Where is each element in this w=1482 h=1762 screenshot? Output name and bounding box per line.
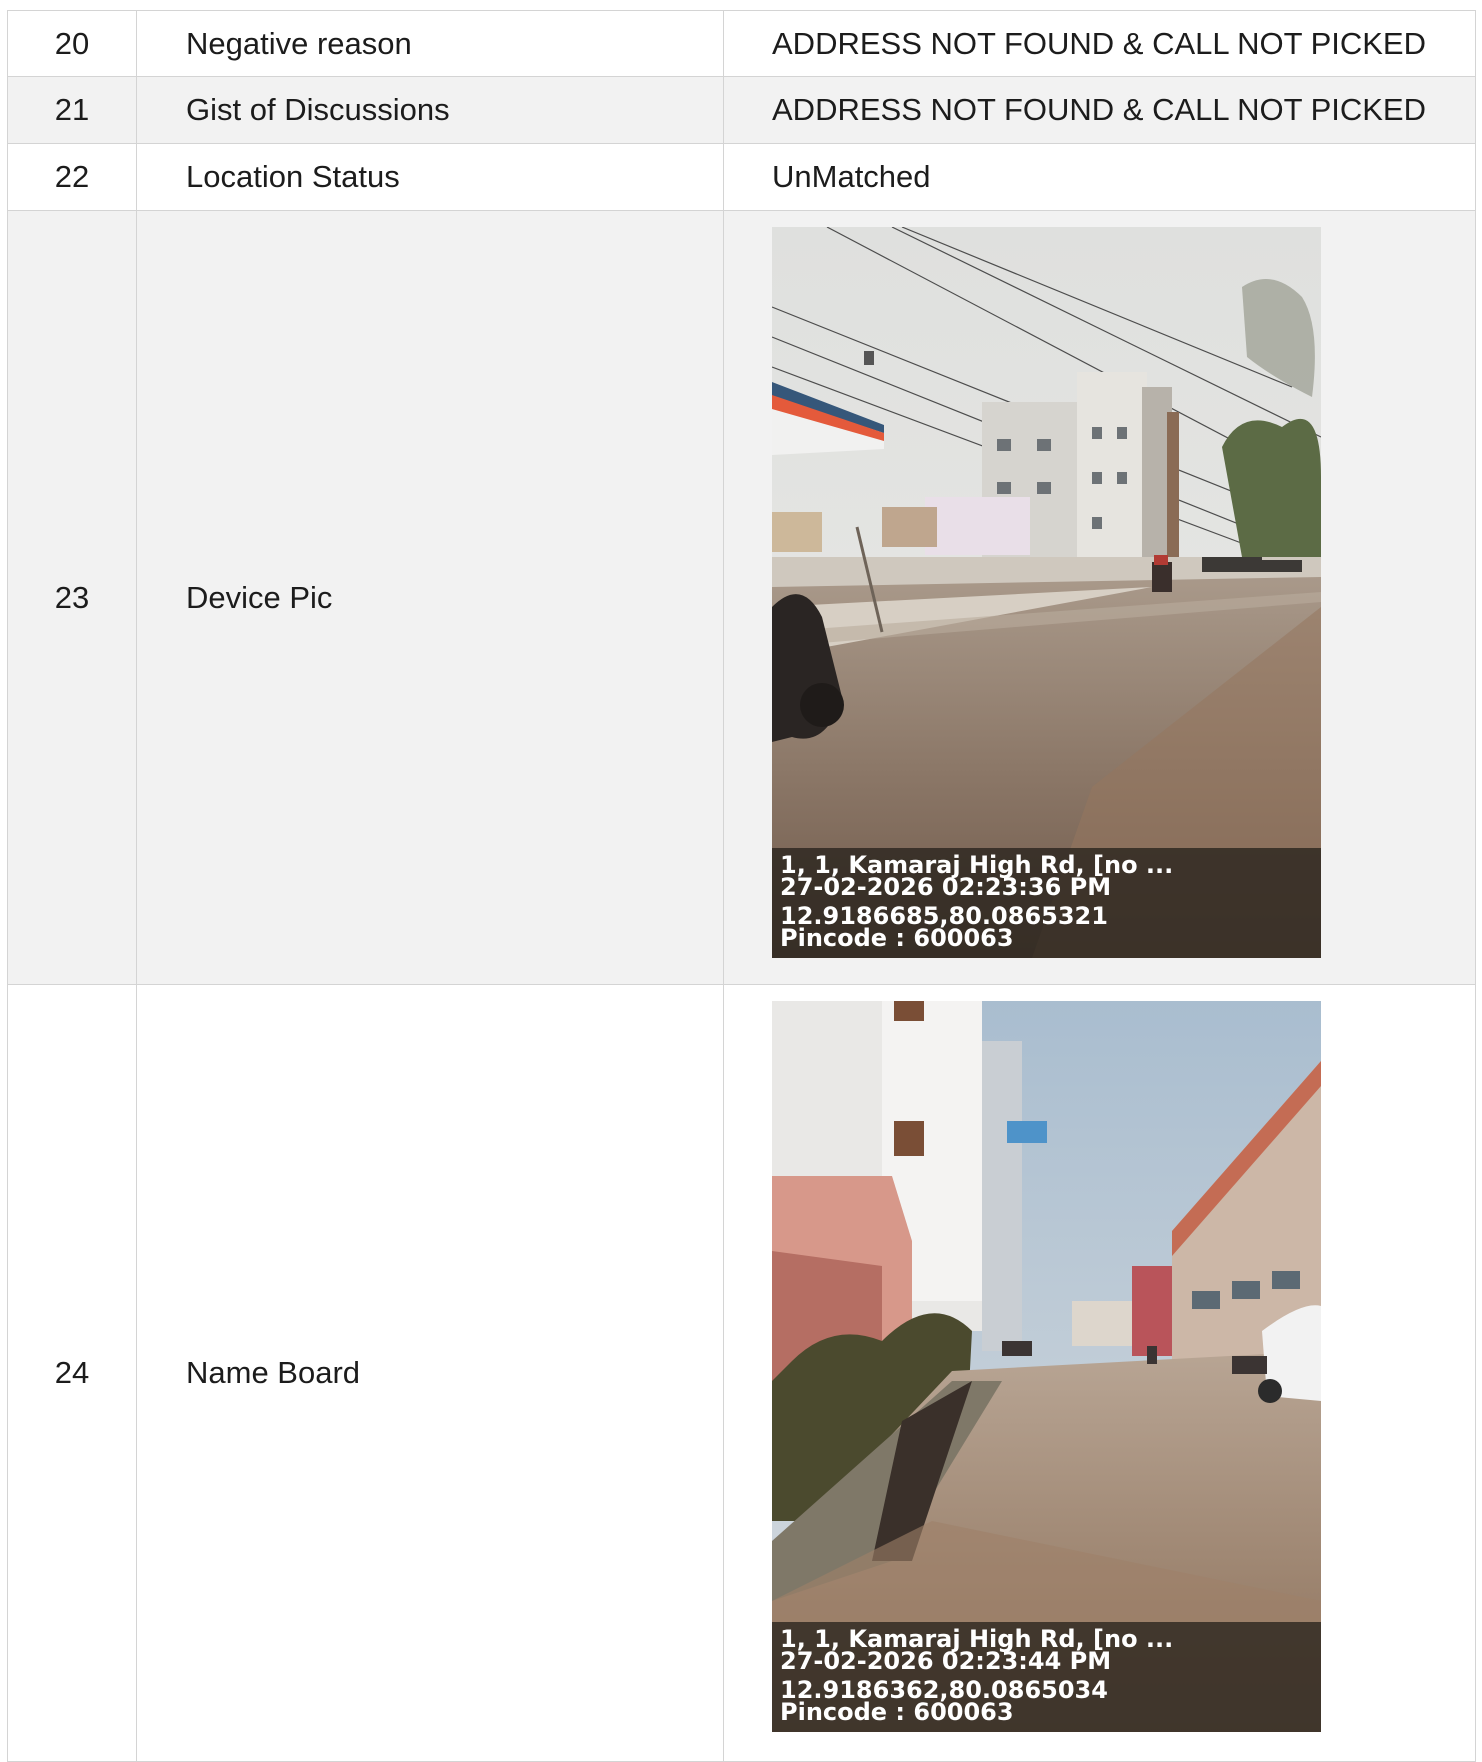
device-photo: 1, 1, Kamaraj High Rd, [no ... 27-02-202…: [772, 227, 1321, 958]
row-label: Device Pic: [136, 210, 724, 985]
row-number: 21: [7, 76, 137, 144]
name-board-photo: 1, 1, Kamaraj High Rd, [no ... 27-02-202…: [772, 1001, 1321, 1732]
device-pic-cell: 1, 1, Kamaraj High Rd, [no ... 27-02-202…: [723, 210, 1476, 985]
row-value: ADDRESS NOT FOUND & CALL NOT PICKED: [723, 10, 1476, 77]
photo-datetime: 27-02-2026 02:23:36 PM: [780, 873, 1112, 901]
table-row: 20 Negative reason ADDRESS NOT FOUND & C…: [7, 10, 1476, 77]
table-row: 21 Gist of Discussions ADDRESS NOT FOUND…: [7, 76, 1476, 144]
row-number: 23: [7, 210, 137, 985]
name-board-cell: 1, 1, Kamaraj High Rd, [no ... 27-02-202…: [723, 984, 1476, 1762]
row-number: 24: [7, 984, 137, 1762]
row-label: Negative reason: [136, 10, 724, 77]
location-status-value: UnMatched: [723, 143, 1476, 211]
photo-geotag-overlay: 1, 1, Kamaraj High Rd, [no ... 27-02-202…: [772, 848, 1321, 958]
photo-datetime: 27-02-2026 02:23:44 PM: [780, 1647, 1112, 1675]
table-row: 23 Device Pic 1, 1, Kamaraj High Rd, [no…: [7, 210, 1476, 985]
photo-pincode: Pincode : 600063: [780, 1698, 1014, 1726]
table-row: 24 Name Board 1, 1, Kamaraj High Rd, [no…: [7, 984, 1476, 1762]
row-value: ADDRESS NOT FOUND & CALL NOT PICKED: [723, 76, 1476, 144]
photo-pincode: Pincode : 600063: [780, 924, 1014, 952]
row-number: 20: [7, 10, 137, 77]
row-label: Gist of Discussions: [136, 76, 724, 144]
row-label: Location Status: [136, 143, 724, 211]
table-row: 22 Location Status UnMatched: [7, 143, 1476, 211]
details-table: 20 Negative reason ADDRESS NOT FOUND & C…: [7, 10, 1476, 1762]
row-number: 22: [7, 143, 137, 211]
row-label: Name Board: [136, 984, 724, 1762]
photo-geotag-overlay: 1, 1, Kamaraj High Rd, [no ... 27-02-202…: [772, 1622, 1321, 1732]
